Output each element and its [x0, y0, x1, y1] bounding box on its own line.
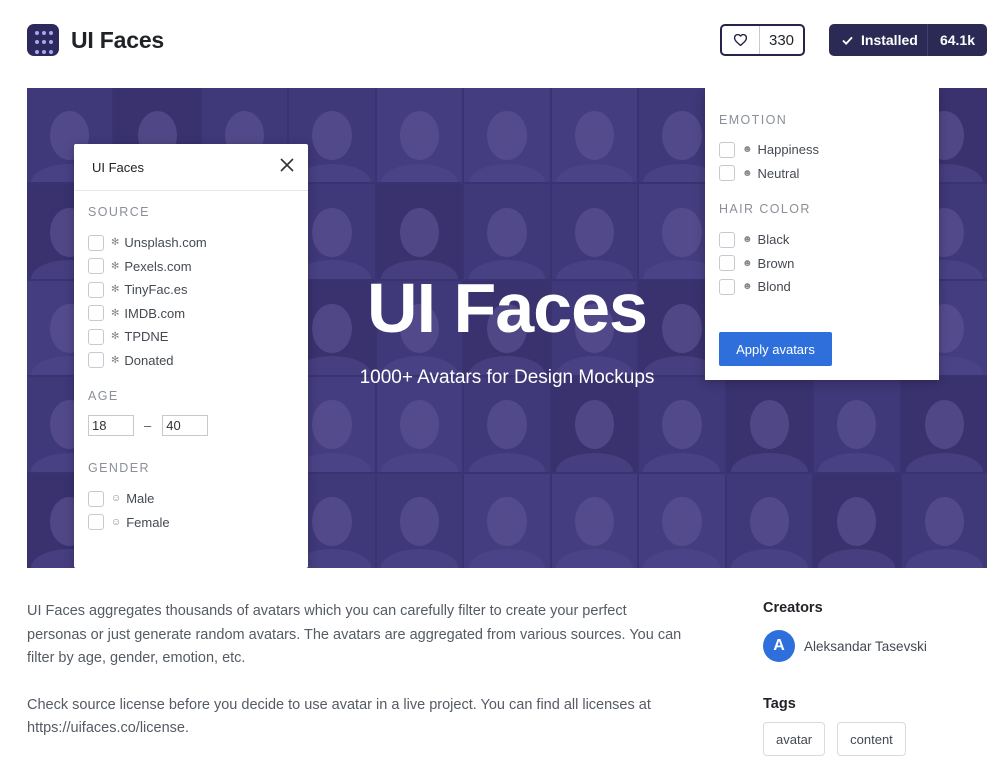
panel-header: UI Faces [74, 144, 308, 191]
heart-icon [722, 26, 760, 54]
hair-color-checkbox[interactable] [719, 255, 735, 272]
source-checkbox[interactable] [88, 258, 104, 275]
source-icon: ✻ [111, 260, 120, 272]
source-option[interactable]: ✻ IMDB.com [88, 302, 308, 326]
person-icon: ☺ [111, 516, 122, 528]
creators-heading: Creators [763, 600, 823, 616]
installed-label-wrap[interactable]: Installed [829, 24, 927, 56]
hair-color-checkbox[interactable] [719, 231, 735, 248]
filter-panel-left: UI Faces SOURCE ✻ Unsplash.com ✻ Pexels.com… [74, 144, 308, 568]
like-button[interactable]: 330 [720, 24, 805, 56]
grid-dots-icon [27, 24, 59, 56]
hero-banner: UI Faces 1000+ Avatars for Design Mockup… [27, 88, 987, 568]
face-icon: ☻ [742, 167, 753, 179]
source-checkbox[interactable] [88, 328, 104, 345]
description-paragraph: UI Faces aggregates thousands of avatars… [27, 603, 682, 666]
gender-label: GENDER [88, 461, 150, 475]
emotion-option-label: Neutral [757, 165, 800, 181]
source-checkbox[interactable] [88, 234, 104, 251]
source-option[interactable]: ✻ TPDNE [88, 325, 308, 349]
apply-avatars-button[interactable]: Apply avatars [719, 332, 832, 366]
face-icon: ☻ [742, 257, 753, 269]
filter-panel-right: EMOTION ☻ Happiness ☻ Neutral HAIR COLOR ☻ B… [705, 88, 939, 380]
avatar: A [763, 630, 795, 662]
source-icon: ✻ [111, 331, 120, 343]
panel-title: UI Faces [92, 159, 145, 175]
close-icon[interactable] [280, 157, 294, 177]
age-range: 18 – 40 [88, 415, 308, 436]
tag-chip[interactable]: content [837, 722, 906, 756]
tag-chip[interactable]: avatar [763, 722, 826, 756]
source-label: SOURCE [88, 205, 150, 219]
source-option-label: TPDNE [124, 329, 169, 345]
hair-color-option-label: Brown [757, 255, 795, 271]
age-label: AGE [88, 389, 119, 403]
creator-name[interactable]: Aleksandar Tasevski [804, 639, 927, 654]
source-icon: ✻ [111, 354, 120, 366]
hair-color-option[interactable]: ☻ Blond [719, 275, 939, 299]
tags-heading: Tags [763, 696, 796, 712]
hair-color-option[interactable]: ☻ Black [719, 228, 939, 252]
install-count: 64.1k [927, 24, 987, 56]
source-option[interactable]: ✻ Donated [88, 349, 308, 373]
gender-checkbox[interactable] [88, 514, 104, 531]
check-icon [842, 32, 853, 48]
page-title: UI Faces [71, 27, 165, 53]
source-option[interactable]: ✻ Pexels.com [88, 255, 308, 279]
hair-color-checkbox[interactable] [719, 278, 735, 295]
gender-option-label: Female [126, 514, 170, 530]
source-icon: ✻ [111, 284, 120, 296]
license-paragraph: Check source license before you decide t… [27, 694, 687, 741]
emotion-option[interactable]: ☻ Neutral [719, 162, 939, 186]
hair-color-option[interactable]: ☻ Brown [719, 252, 939, 276]
source-icon: ✻ [111, 307, 120, 319]
like-count: 330 [768, 31, 795, 49]
gender-checkbox[interactable] [88, 490, 104, 507]
source-checkbox[interactable] [88, 305, 104, 322]
hair-color-option-label: Black [757, 232, 790, 248]
source-option-label: Pexels.com [124, 258, 192, 274]
person-icon: ☺ [111, 493, 122, 505]
hair-color-option-label: Blond [757, 279, 791, 295]
source-option-label: Unsplash.com [124, 235, 207, 251]
source-option-label: Donated [124, 352, 174, 368]
header: UI Faces 330 Installed 64.1k [0, 0, 1008, 82]
creator-item[interactable]: A Aleksandar Tasevski [763, 630, 993, 662]
face-icon: ☻ [742, 281, 753, 293]
gender-list: ☺ Male ☺ Female [88, 487, 308, 534]
gender-option[interactable]: ☺ Male [88, 487, 308, 511]
face-icon: ☻ [742, 234, 753, 246]
emotion-list: ☻ Happiness ☻ Neutral [719, 138, 939, 185]
source-checkbox[interactable] [88, 352, 104, 369]
hair-color-label: HAIR COLOR [719, 202, 811, 216]
license-text: Check source license before you decide t… [27, 696, 651, 713]
face-icon: ☻ [742, 144, 753, 156]
source-checkbox[interactable] [88, 281, 104, 298]
details-sidebar: Creators A Aleksandar Tasevski Tags avat… [763, 600, 993, 756]
source-list: ✻ Unsplash.com ✻ Pexels.com ✻ TinyFac.es ✻ IMDB… [88, 231, 308, 372]
gender-option-label: Male [126, 491, 155, 507]
age-separator: – [144, 418, 152, 433]
tag-list: avatar content [763, 722, 993, 756]
emotion-checkbox[interactable] [719, 165, 735, 182]
source-icon: ✻ [111, 237, 120, 249]
source-option-label: TinyFac.es [124, 282, 188, 298]
gender-option[interactable]: ☺ Female [88, 511, 308, 535]
age-max-input[interactable]: 40 [162, 415, 209, 436]
age-min-input[interactable]: 18 [88, 415, 134, 436]
license-link[interactable]: https://uifaces.co/license. [27, 720, 189, 736]
hair-color-list: ☻ Black ☻ Brown ☻ Blond [719, 228, 939, 299]
description: UI Faces aggregates thousands of avatars… [27, 600, 687, 741]
emotion-label: EMOTION [719, 113, 788, 127]
emotion-option[interactable]: ☻ Happiness [719, 138, 939, 162]
installed-button[interactable]: Installed 64.1k [829, 24, 987, 56]
source-option[interactable]: ✻ Unsplash.com [88, 231, 308, 255]
emotion-checkbox[interactable] [719, 141, 735, 158]
installed-label: Installed [861, 32, 918, 48]
emotion-option-label: Happiness [757, 142, 819, 158]
source-option[interactable]: ✻ TinyFac.es [88, 278, 308, 302]
source-option-label: IMDB.com [124, 305, 186, 321]
